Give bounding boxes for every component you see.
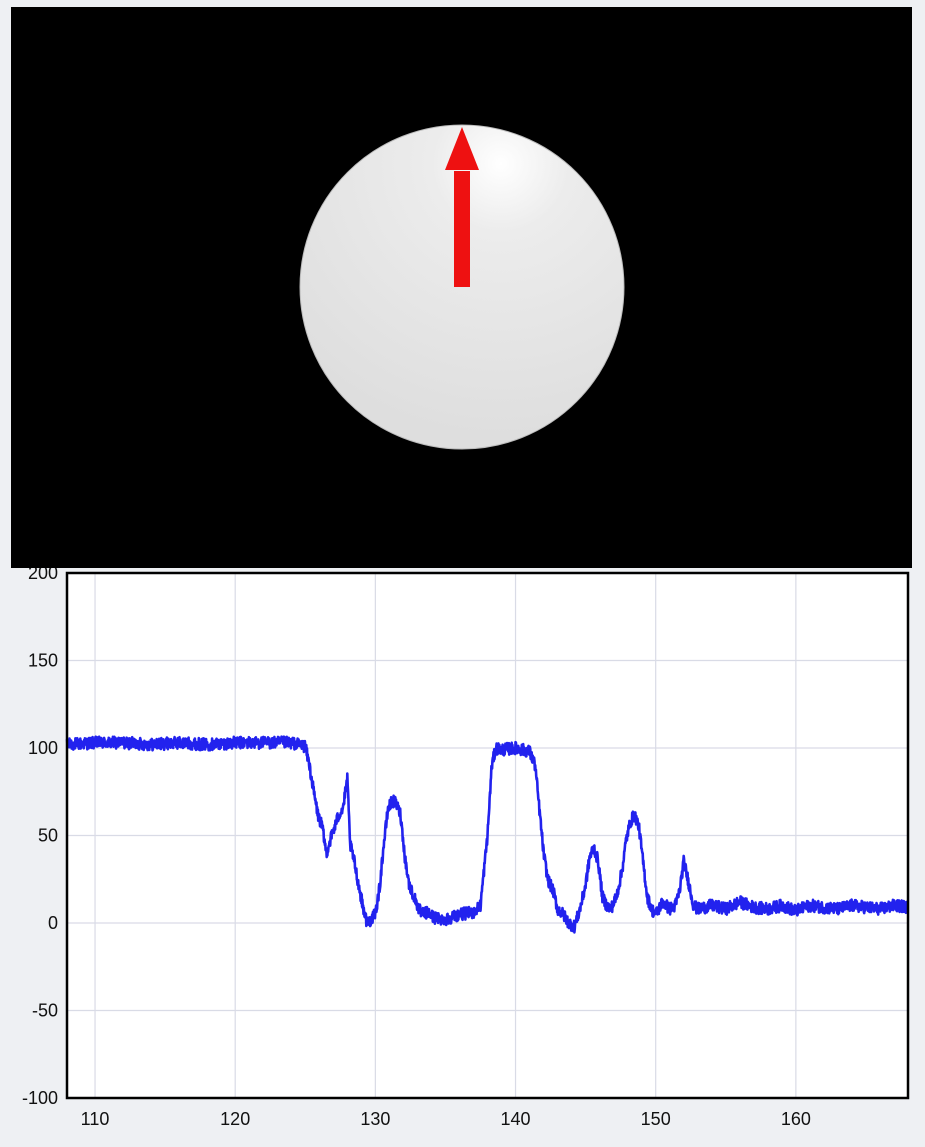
sphere-visualization bbox=[11, 7, 912, 568]
y-tick-label: 0 bbox=[48, 913, 58, 933]
sphere-scene bbox=[11, 7, 912, 568]
y-tick-label: 200 bbox=[28, 568, 58, 583]
y-tick-label: 100 bbox=[28, 738, 58, 758]
y-tick-label: 50 bbox=[38, 826, 58, 846]
x-tick-label: 140 bbox=[501, 1109, 531, 1129]
y-tick-label: -100 bbox=[22, 1088, 58, 1108]
chart-canvas: 200 150 100 50 0 -50 -100 110 120 130 140 150 160 bbox=[22, 568, 910, 1129]
x-tick-label: 160 bbox=[781, 1109, 811, 1129]
x-axis: 110 120 130 140 150 160 bbox=[81, 1109, 811, 1129]
x-tick-label: 130 bbox=[360, 1109, 390, 1129]
x-tick-label: 150 bbox=[641, 1109, 671, 1129]
y-tick-label: -50 bbox=[32, 1001, 58, 1021]
x-tick-label: 110 bbox=[81, 1109, 110, 1129]
y-axis: 200 150 100 50 0 -50 -100 bbox=[22, 568, 58, 1108]
signal-chart: 200 150 100 50 0 -50 -100 110 120 130 140 150 160 bbox=[0, 568, 925, 1147]
y-tick-label: 150 bbox=[28, 651, 58, 671]
x-tick-label: 120 bbox=[220, 1109, 250, 1129]
